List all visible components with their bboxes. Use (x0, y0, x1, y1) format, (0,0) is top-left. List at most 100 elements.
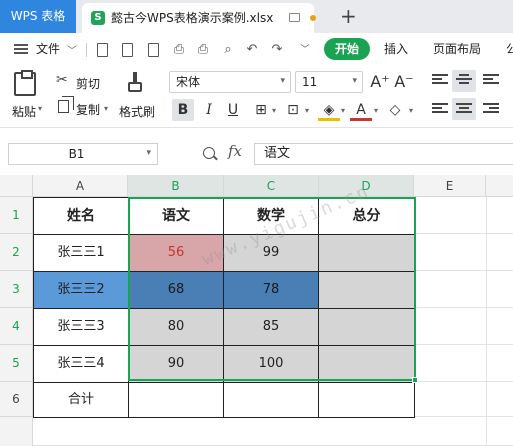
export-pdf-icon[interactable]: ⎙ (172, 42, 186, 58)
decrease-font-size-button[interactable]: A⁻ (393, 71, 415, 93)
cell-d3[interactable] (319, 272, 415, 309)
italic-button[interactable]: I (198, 99, 220, 121)
open-document-icon[interactable] (122, 43, 133, 57)
zoom-icon[interactable] (203, 147, 215, 159)
save-icon[interactable] (148, 43, 159, 57)
fill-color-icon[interactable]: ◈ (318, 99, 340, 121)
new-tab-plus-icon[interactable]: + (340, 5, 357, 27)
paste-icon[interactable] (14, 70, 36, 96)
underline-button[interactable]: U (222, 99, 244, 121)
formula-input[interactable]: 语文 (254, 143, 513, 165)
row-header-3[interactable]: 3 (0, 271, 33, 308)
copy-button[interactable]: 复制 (76, 101, 100, 118)
align-bottom-icon[interactable] (483, 74, 499, 88)
align-center-icon[interactable] (456, 103, 472, 117)
paste-button[interactable]: 粘贴 (12, 103, 36, 120)
app-tab[interactable]: WPS 表格 (0, 0, 76, 33)
column-header-a[interactable]: A (33, 175, 128, 197)
redo-icon[interactable]: ↷ (270, 42, 284, 58)
undo-icon[interactable]: ↶ (245, 42, 259, 58)
cell-c5[interactable]: 100 (224, 346, 319, 383)
gridline (414, 416, 513, 417)
cell-b5[interactable]: 90 (129, 346, 224, 383)
cell-a4[interactable]: 张三三3 (34, 309, 129, 346)
chevron-down-icon[interactable]: ▾ (104, 104, 108, 113)
chevron-down-icon[interactable]: ▾ (409, 106, 413, 115)
format-painter-icon[interactable] (127, 72, 143, 96)
align-top-icon[interactable] (432, 74, 448, 88)
cell-a3[interactable]: 张三三2 (34, 272, 129, 309)
bold-button[interactable]: B (172, 99, 194, 121)
font-size-select[interactable]: 11 ▾ (295, 71, 363, 93)
cell-a1[interactable]: 姓名 (34, 198, 129, 235)
chevron-down-icon[interactable]: ▾ (305, 106, 309, 115)
new-document-icon[interactable] (97, 43, 108, 57)
cell-a6[interactable]: 合计 (34, 383, 129, 418)
chevron-down-icon[interactable]: ▾ (38, 104, 42, 113)
row-header-4[interactable]: 4 (0, 308, 33, 345)
print-icon[interactable]: ⎙ (196, 42, 210, 58)
cell-c6[interactable] (224, 383, 319, 418)
spreadsheet-file-icon: S (91, 11, 105, 25)
monitor-icon[interactable] (289, 13, 300, 22)
align-left-icon[interactable] (432, 103, 448, 117)
spreadsheet-grid[interactable]: A B C D E 1 2 3 4 5 6 姓名 语文 数学 总分 张三三1 5… (0, 175, 513, 446)
align-middle-icon[interactable] (456, 74, 472, 88)
cell-d6[interactable] (319, 383, 415, 418)
font-name-select[interactable]: 宋体 ▾ (169, 71, 291, 93)
cell-a5[interactable]: 张三三4 (34, 346, 129, 383)
row-header-6[interactable]: 6 (0, 382, 33, 417)
chevron-down-icon[interactable]: ▾ (146, 148, 151, 158)
format-painter-button[interactable]: 格式刷 (119, 103, 155, 120)
font-name-value: 宋体 (176, 75, 201, 89)
tab-home[interactable]: 开始 (324, 38, 370, 60)
cell-b3[interactable]: 68 (129, 272, 224, 309)
row-header-2[interactable]: 2 (0, 234, 33, 271)
font-color-icon[interactable]: A (350, 99, 372, 121)
file-tab[interactable]: S 懿古今WPS表格演示案例.xlsx (82, 3, 316, 33)
file-name: 懿古今WPS表格演示案例.xlsx (111, 11, 274, 25)
row-header-7[interactable] (0, 417, 33, 446)
chevron-down-icon[interactable]: ▾ (272, 106, 276, 115)
cell-b1[interactable]: 语文 (129, 198, 224, 235)
tab-page-layout[interactable]: 页面布局 (433, 33, 481, 66)
cell-d4[interactable] (319, 309, 415, 346)
tab-insert[interactable]: 插入 (384, 33, 408, 66)
fill-handle[interactable] (412, 377, 418, 383)
cell-b6[interactable] (129, 383, 224, 418)
chevron-down-icon[interactable]: ▾ (374, 106, 378, 115)
increase-font-size-button[interactable]: A⁺ (369, 71, 391, 93)
hamburger-menu-icon[interactable] (14, 44, 28, 54)
gridline (414, 381, 513, 382)
cell-d2[interactable] (319, 235, 415, 272)
cell-style-icon[interactable]: ⊡ (282, 99, 304, 121)
unsaved-dot-icon (310, 15, 316, 21)
column-header-f[interactable] (486, 175, 513, 197)
name-box[interactable]: B1 ▾ (8, 143, 158, 165)
ribbon: 粘贴 ▾ ✂ 剪切 复制 ▾ 格式刷 宋体 ▾ 11 ▾ A⁺ A⁻ B I U… (0, 66, 513, 128)
chevron-down-icon[interactable]: ﹀ (67, 42, 77, 57)
column-header-b[interactable]: B (128, 175, 224, 197)
row-header-1[interactable]: 1 (0, 197, 33, 234)
column-header-c[interactable]: C (224, 175, 319, 197)
cut-button[interactable]: 剪切 (76, 75, 100, 92)
row-header-5[interactable]: 5 (0, 345, 33, 382)
column-header-e[interactable]: E (414, 175, 486, 197)
select-all-corner[interactable] (0, 175, 33, 197)
cell-c4[interactable]: 85 (224, 309, 319, 346)
tab-formulas[interactable]: 公 (506, 33, 513, 66)
cell-d5[interactable] (319, 346, 415, 383)
print-preview-icon[interactable]: ⌕ (221, 42, 235, 58)
borders-icon[interactable]: ⊞ (250, 99, 272, 121)
file-menu[interactable]: 文件 (36, 33, 60, 66)
eraser-icon[interactable]: ◇ (384, 99, 406, 121)
copy-icon[interactable] (58, 96, 74, 113)
align-right-icon[interactable] (483, 103, 499, 117)
chevron-down-icon[interactable]: ﹀ (298, 42, 312, 58)
cell-a2[interactable]: 张三三1 (34, 235, 129, 272)
insert-function-button[interactable]: fx (228, 142, 242, 160)
cell-b4[interactable]: 80 (129, 309, 224, 346)
cell-c3[interactable]: 78 (224, 272, 319, 309)
scissors-icon[interactable]: ✂ (56, 72, 68, 88)
chevron-down-icon[interactable]: ▾ (341, 106, 345, 115)
